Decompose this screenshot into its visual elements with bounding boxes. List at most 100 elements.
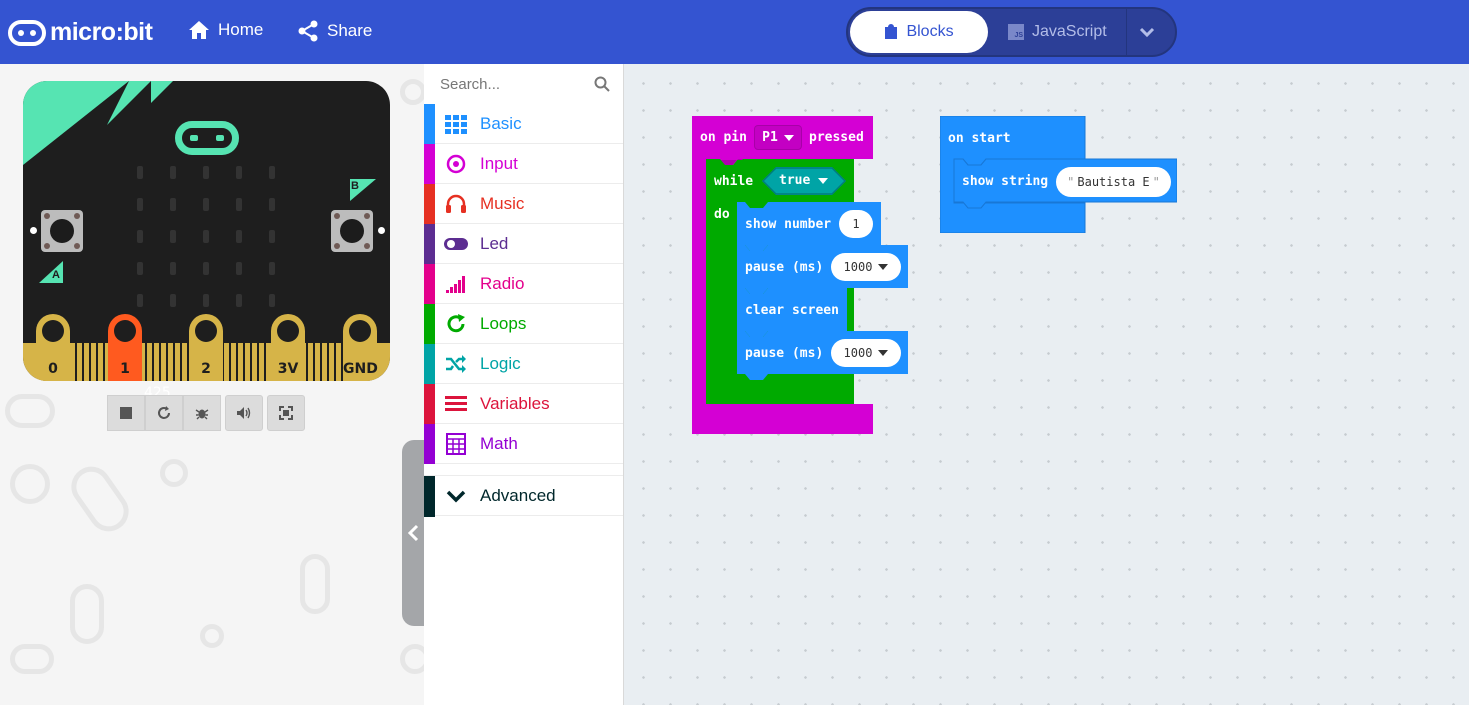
- signal-icon: [446, 276, 465, 293]
- number-input[interactable]: 1: [839, 210, 873, 238]
- search-icon[interactable]: [594, 76, 610, 92]
- dropdown-caret-icon: [878, 264, 889, 270]
- button-a-label: A: [52, 269, 60, 281]
- tab-blocks[interactable]: Blocks: [850, 11, 988, 53]
- on-pin-label: on pin: [700, 130, 747, 145]
- pin-0[interactable]: 0: [36, 314, 70, 381]
- share-button[interactable]: Share: [297, 20, 372, 42]
- category-logic[interactable]: Logic: [424, 344, 623, 384]
- home-button[interactable]: Home: [188, 20, 263, 40]
- lines-icon: [445, 396, 467, 411]
- category-math[interactable]: Math: [424, 424, 623, 464]
- led-pixel: [236, 294, 242, 307]
- tab-javascript[interactable]: JS JavaScript: [1008, 11, 1128, 53]
- pause-label: pause (ms): [745, 346, 824, 361]
- category-advanced[interactable]: Advanced: [424, 475, 623, 517]
- pause-duration-dropdown[interactable]: 1000: [831, 339, 901, 367]
- string-input[interactable]: " Bautista E ": [1056, 167, 1171, 197]
- pause-block[interactable]: pause (ms) 1000: [737, 245, 908, 294]
- edge-stripe: [180, 343, 182, 381]
- condition-dropdown[interactable]: true: [762, 167, 846, 195]
- microbit-logo[interactable]: micro:bit: [8, 18, 153, 47]
- led-pixel: [170, 262, 176, 275]
- led-pixel: [236, 230, 242, 243]
- category-radio[interactable]: Radio: [424, 264, 623, 304]
- edge-stripe: [243, 343, 245, 381]
- pause-block[interactable]: pause (ms) 1000: [737, 331, 908, 380]
- category-input[interactable]: Input: [424, 144, 623, 184]
- microbit-board: A B 0 1 2 3V GND: [23, 81, 390, 381]
- sound-button[interactable]: [225, 395, 263, 431]
- restart-icon: [158, 406, 170, 419]
- stop-button[interactable]: [107, 395, 145, 431]
- category-label: Led: [480, 234, 509, 253]
- edge-stripe: [229, 343, 231, 381]
- pressed-label: pressed: [809, 130, 864, 145]
- button-b[interactable]: [331, 210, 373, 252]
- led-pixel: [269, 198, 275, 211]
- edge-stripe: [96, 343, 98, 381]
- on-pin-pressed-block[interactable]: on pin P1 pressed while true do show num…: [692, 116, 908, 434]
- category-color-bar: [424, 424, 435, 464]
- pin-2[interactable]: 2: [189, 314, 223, 381]
- pause-label: pause (ms): [745, 260, 824, 275]
- edge-stripe: [103, 343, 105, 381]
- share-label: Share: [327, 21, 373, 40]
- editor-menu-button[interactable]: [1138, 23, 1156, 46]
- collapse-simulator-button[interactable]: [402, 440, 424, 626]
- do-keyword: do: [714, 207, 730, 222]
- debug-button[interactable]: [183, 395, 221, 431]
- refresh-icon: [447, 314, 465, 333]
- category-label: Variables: [480, 394, 550, 413]
- background-decoration: [10, 644, 54, 674]
- category-variables[interactable]: Variables: [424, 384, 623, 424]
- stop-icon: [120, 407, 132, 419]
- category-led[interactable]: Led: [424, 224, 623, 264]
- category-basic[interactable]: Basic: [424, 104, 623, 144]
- category-label: Music: [480, 194, 525, 213]
- home-label: Home: [218, 20, 264, 39]
- restart-button[interactable]: [145, 395, 183, 431]
- home-icon: [189, 21, 209, 39]
- led-pixel: [170, 166, 176, 179]
- edge-stripe: [334, 343, 336, 381]
- tab-javascript-label: JavaScript: [1032, 23, 1107, 40]
- on-start-block[interactable]: on start show string " Bautista E ": [940, 116, 1177, 233]
- search-input[interactable]: [440, 74, 590, 94]
- pause-duration-dropdown[interactable]: 1000: [831, 253, 901, 281]
- pin-dropdown[interactable]: P1: [754, 125, 802, 150]
- javascript-icon: JS: [1008, 24, 1024, 40]
- led-pixel: [137, 166, 143, 179]
- led-pixel: [137, 198, 143, 211]
- dropdown-caret-icon: [878, 350, 889, 356]
- category-loops[interactable]: Loops: [424, 304, 623, 344]
- logo-text: micro:bit: [50, 18, 153, 46]
- logo-icon: [8, 19, 46, 46]
- button-b-label: B: [351, 180, 359, 192]
- background-decoration: [300, 554, 330, 614]
- show-number-block[interactable]: show number 1: [737, 202, 881, 251]
- led-pixel: [170, 230, 176, 243]
- edge-stripe: [89, 343, 91, 381]
- clear-screen-block[interactable]: clear screen: [737, 288, 847, 337]
- blocks-workspace[interactable]: on pin P1 pressed while true do show num…: [624, 64, 1469, 705]
- side-pin-right: [378, 227, 385, 234]
- edge-stripe: [250, 343, 252, 381]
- fullscreen-button[interactable]: [267, 395, 305, 431]
- pin-3v[interactable]: 3V: [271, 314, 305, 381]
- edge-stripe: [236, 343, 238, 381]
- show-number-label: show number: [745, 217, 832, 232]
- chevron-down-icon: [1139, 27, 1155, 38]
- top-bar: micro:bit Home Share Blocks JS JavaScrip…: [0, 0, 1469, 64]
- led-pixel: [269, 230, 275, 243]
- category-music[interactable]: Music: [424, 184, 623, 224]
- pause-duration-value: 1000: [843, 260, 873, 274]
- dropdown-caret-icon: [818, 178, 828, 184]
- category-color-bar: [424, 184, 435, 224]
- category-color-bar: [424, 476, 435, 517]
- button-a[interactable]: [41, 210, 83, 252]
- pin-gnd[interactable]: GND: [343, 314, 378, 381]
- background-decoration: [63, 458, 137, 540]
- pin-1[interactable]: 1: [108, 314, 142, 381]
- show-string-label: show string: [962, 174, 1049, 189]
